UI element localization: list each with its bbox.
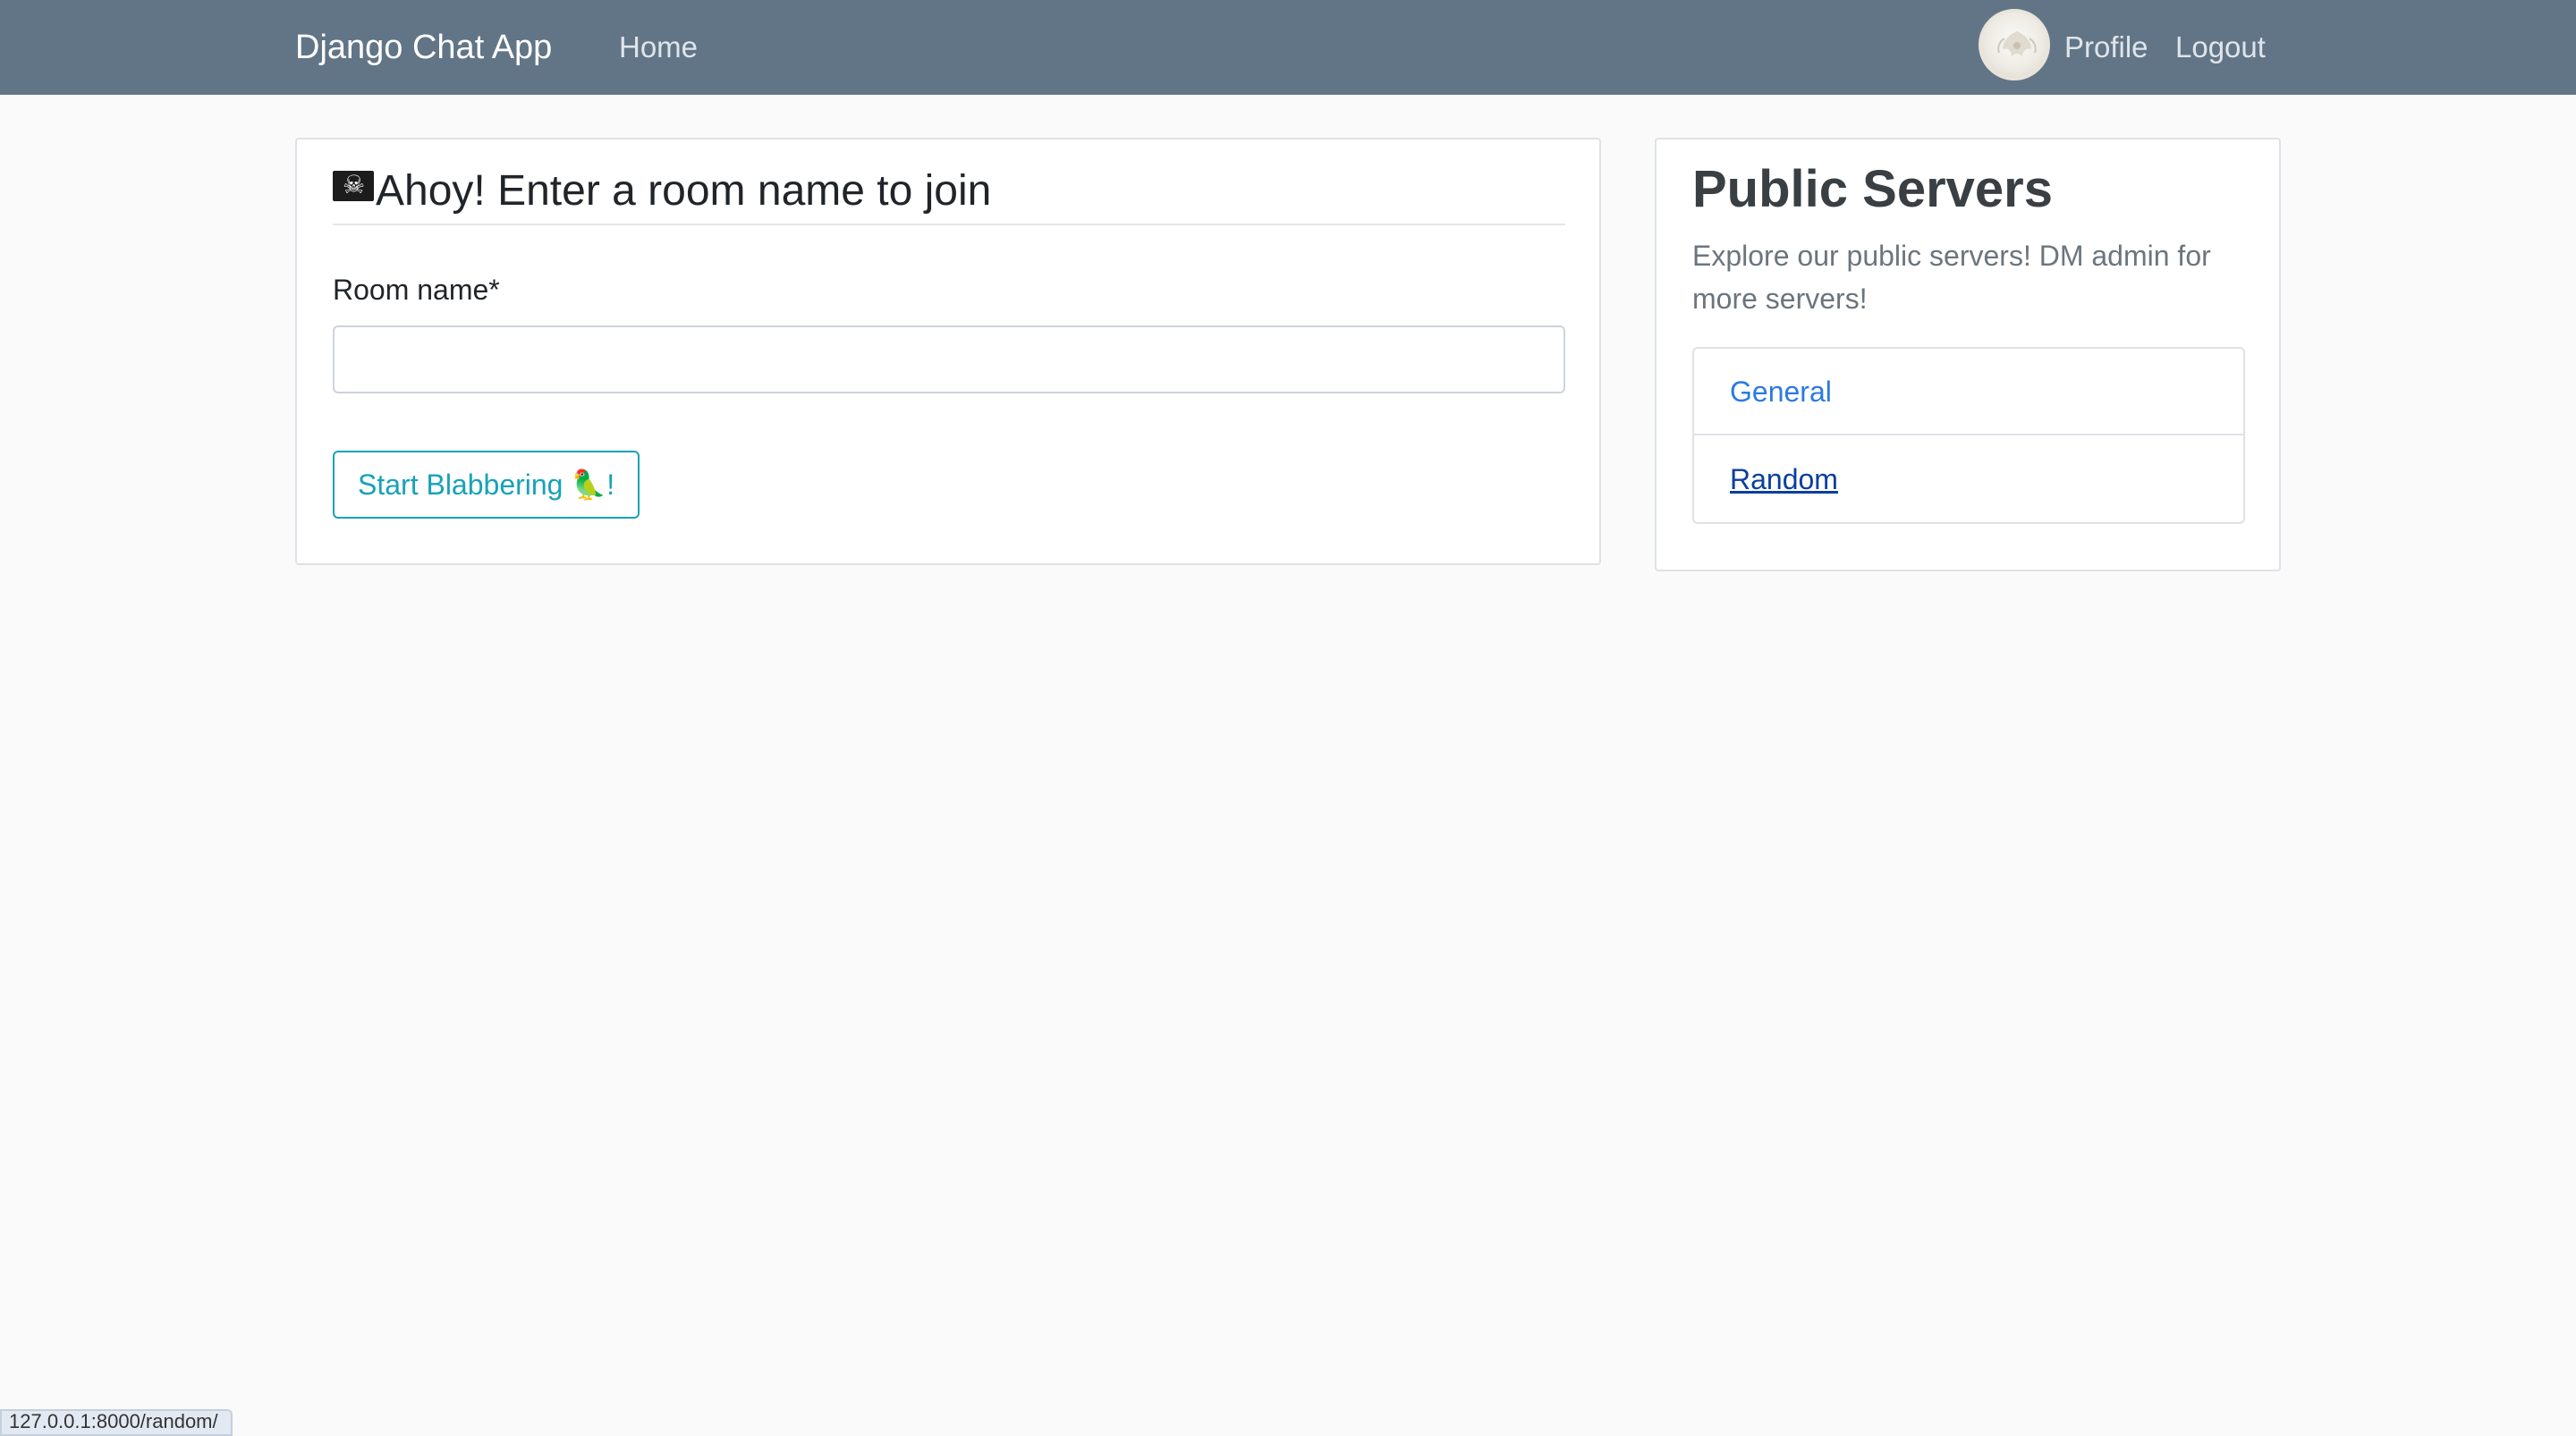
join-room-card: Ahoy! Enter a room name to join Room nam… bbox=[295, 138, 1601, 565]
user-avatar[interactable] bbox=[1979, 9, 2050, 80]
server-link-general[interactable]: General bbox=[1694, 349, 2243, 435]
public-servers-description: Explore our public servers! DM admin for… bbox=[1692, 240, 2211, 315]
join-room-heading-text: Ahoy! Enter a room name to join bbox=[376, 167, 992, 215]
heading-divider bbox=[333, 224, 1565, 225]
start-blabbering-button[interactable]: Start Blabbering 🦜! bbox=[333, 451, 640, 519]
nav-profile-link[interactable]: Profile bbox=[2064, 0, 2148, 95]
brand-link[interactable]: Django Chat App bbox=[295, 0, 552, 95]
pirate-flag-icon bbox=[333, 167, 374, 203]
nav-home-link[interactable]: Home bbox=[619, 0, 698, 95]
room-name-input[interactable] bbox=[333, 325, 1565, 393]
navbar: Django Chat App Home Profile Logout bbox=[0, 0, 2576, 95]
join-room-heading: Ahoy! Enter a room name to join bbox=[333, 166, 991, 215]
server-link-random[interactable]: Random bbox=[1694, 436, 2243, 522]
public-servers-card: Public Servers Explore our public server… bbox=[1655, 138, 2281, 571]
server-list: General Random bbox=[1692, 347, 2245, 524]
room-name-label: Room name* bbox=[333, 274, 500, 306]
avatar-emblem-icon bbox=[1997, 31, 2037, 56]
public-servers-heading: Public Servers bbox=[1692, 160, 2053, 218]
status-bar-url: 127.0.0.1:8000/random/ bbox=[0, 1409, 233, 1436]
nav-logout-link[interactable]: Logout bbox=[2175, 0, 2266, 95]
